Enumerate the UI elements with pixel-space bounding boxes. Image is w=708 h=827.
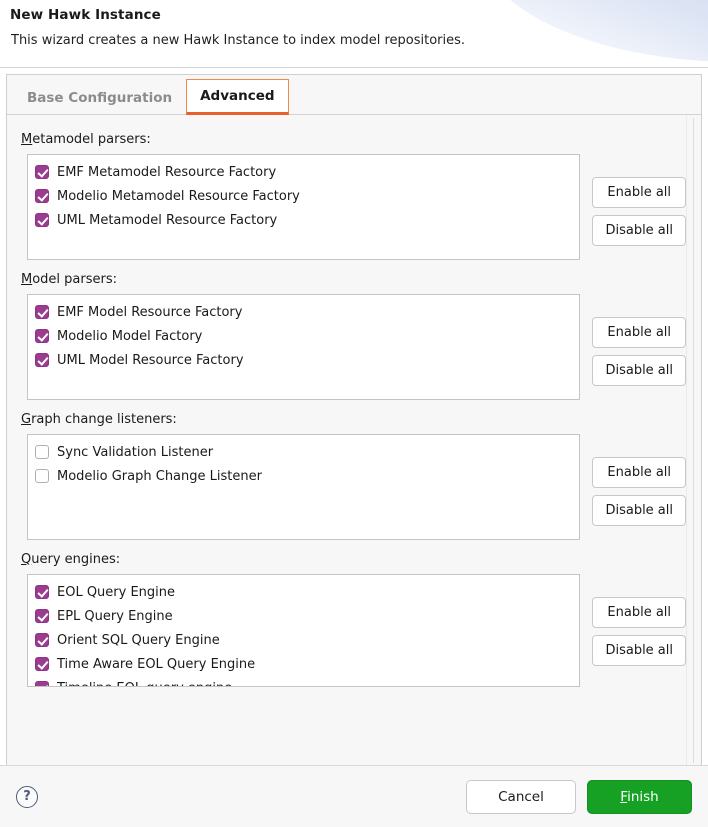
tab-base-configuration[interactable]: Base Configuration (13, 81, 186, 114)
list-item-label: EMF Model Resource Factory (57, 304, 243, 320)
section-query-engines-row: EOL Query Engine EPL Query Engine Orient… (7, 574, 686, 687)
list-item[interactable]: Modelio Model Factory (28, 324, 579, 348)
list-item-label: Timeline EOL query engine (57, 681, 232, 687)
section-query-engines-label: Query engines: (21, 552, 686, 567)
list-item[interactable]: UML Model Resource Factory (28, 348, 579, 372)
section-model-parsers-label-rest: odel parsers: (32, 272, 117, 287)
checkbox-icon[interactable] (35, 445, 49, 459)
page-title: New Hawk Instance (10, 7, 161, 23)
list-item[interactable]: EPL Query Engine (28, 604, 579, 628)
list-item-label: Modelio Graph Change Listener (57, 468, 262, 484)
model-parsers-disable-all-button[interactable]: Disable all (592, 355, 686, 386)
finish-button-label-rest: inish (627, 788, 659, 805)
section-graph-change-listeners-label-rest: raph change listeners: (31, 412, 177, 427)
list-item-label: Orient SQL Query Engine (57, 632, 220, 648)
tab-container: Base Configuration Advanced Metamodel pa… (6, 74, 702, 765)
checkbox-icon[interactable] (35, 633, 49, 647)
graph-change-listeners-enable-all-button[interactable]: Enable all (592, 457, 686, 488)
section-query-engines: Query engines: EOL Query Engine EPL Quer… (7, 552, 686, 691)
section-metamodel-parsers-row: EMF Metamodel Resource Factory Modelio M… (7, 154, 686, 260)
section-model-parsers: Model parsers: EMF Model Resource Factor… (7, 272, 686, 404)
model-parsers-actions: Enable all Disable all (592, 294, 686, 386)
list-item[interactable]: EMF Model Resource Factory (28, 300, 579, 324)
section-metamodel-parsers: Metamodel parsers: EMF Metamodel Resourc… (7, 132, 686, 264)
scrollbar-thumb[interactable] (693, 118, 694, 763)
section-graph-change-listeners-label: Graph change listeners: (21, 412, 686, 427)
query-engines-disable-all-button[interactable]: Disable all (592, 635, 686, 666)
list-item[interactable]: UML Metamodel Resource Factory (28, 208, 579, 232)
model-parsers-list[interactable]: EMF Model Resource Factory Modelio Model… (27, 294, 581, 400)
section-model-parsers-mnemonic: M (21, 272, 33, 287)
metamodel-parsers-list[interactable]: EMF Metamodel Resource Factory Modelio M… (27, 154, 581, 260)
list-item[interactable]: Timeline EOL query engine (28, 676, 579, 687)
header-banner-decoration (478, 0, 708, 62)
section-model-parsers-label: Model parsers: (21, 272, 686, 287)
list-item-label: UML Metamodel Resource Factory (57, 212, 278, 228)
query-engines-list[interactable]: EOL Query Engine EPL Query Engine Orient… (27, 574, 581, 687)
list-item-label: EMF Metamodel Resource Factory (57, 164, 277, 180)
list-item[interactable]: Modelio Metamodel Resource Factory (28, 184, 579, 208)
list-item-label: Sync Validation Listener (57, 444, 214, 460)
list-item[interactable]: EOL Query Engine (28, 580, 579, 604)
vertical-scrollbar[interactable] (686, 116, 701, 765)
graph-change-listeners-actions: Enable all Disable all (592, 434, 686, 526)
page-description: This wizard creates a new Hawk Instance … (11, 33, 466, 48)
dialog-footer: ? Cancel Finish (0, 765, 708, 827)
list-item-label: EOL Query Engine (57, 584, 176, 600)
checkbox-icon[interactable] (35, 165, 49, 179)
checkbox-icon[interactable] (35, 305, 49, 319)
checkbox-icon[interactable] (35, 469, 49, 483)
metamodel-parsers-enable-all-button[interactable]: Enable all (592, 177, 686, 208)
checkbox-icon[interactable] (35, 353, 49, 367)
section-metamodel-parsers-label-rest: etamodel parsers: (32, 132, 151, 147)
section-graph-change-listeners: Graph change listeners: Sync Validation … (7, 412, 686, 544)
list-item[interactable]: Modelio Graph Change Listener (28, 464, 579, 488)
checkbox-icon[interactable] (35, 189, 49, 203)
section-graph-change-listeners-mnemonic: G (21, 412, 32, 427)
list-item[interactable]: EMF Metamodel Resource Factory (28, 160, 579, 184)
finish-button[interactable]: Finish (587, 779, 692, 814)
section-query-engines-mnemonic: Q (21, 552, 32, 567)
advanced-content: Metamodel parsers: EMF Metamodel Resourc… (7, 116, 686, 765)
checkbox-icon[interactable] (35, 585, 49, 599)
list-item[interactable]: Sync Validation Listener (28, 440, 579, 464)
query-engines-actions: Enable all Disable all (592, 574, 686, 666)
wizard-body: Base Configuration Advanced Metamodel pa… (0, 68, 708, 765)
list-item-label: UML Model Resource Factory (57, 352, 244, 368)
section-metamodel-parsers-mnemonic: M (21, 132, 33, 147)
wizard-header: New Hawk Instance This wizard creates a … (0, 0, 708, 68)
section-query-engines-label-rest: uery engines: (31, 552, 121, 567)
graph-change-listeners-list[interactable]: Sync Validation Listener Modelio Graph C… (27, 434, 581, 540)
section-metamodel-parsers-label: Metamodel parsers: (21, 132, 686, 147)
section-graph-change-listeners-row: Sync Validation Listener Modelio Graph C… (7, 434, 686, 540)
help-icon[interactable]: ? (16, 785, 38, 808)
checkbox-icon[interactable] (35, 609, 49, 623)
cancel-button[interactable]: Cancel (466, 779, 576, 814)
advanced-scroll-area: Metamodel parsers: EMF Metamodel Resourc… (7, 116, 701, 765)
checkbox-icon[interactable] (35, 213, 49, 227)
tab-strip: Base Configuration Advanced (7, 75, 701, 115)
checkbox-icon[interactable] (35, 657, 49, 671)
tab-advanced[interactable]: Advanced (186, 79, 289, 115)
list-item[interactable]: Time Aware EOL Query Engine (28, 652, 579, 676)
checkbox-icon[interactable] (35, 681, 49, 686)
query-engines-enable-all-button[interactable]: Enable all (592, 597, 686, 628)
section-model-parsers-row: EMF Model Resource Factory Modelio Model… (7, 294, 686, 400)
metamodel-parsers-actions: Enable all Disable all (592, 154, 686, 246)
tab-base-configuration-label: Base Configuration (27, 89, 173, 106)
model-parsers-enable-all-button[interactable]: Enable all (592, 317, 686, 348)
tab-advanced-label: Advanced (200, 88, 275, 104)
list-item-label: Modelio Metamodel Resource Factory (57, 188, 300, 204)
list-item[interactable]: Orient SQL Query Engine (28, 628, 579, 652)
graph-change-listeners-disable-all-button[interactable]: Disable all (592, 495, 686, 526)
list-item-label: Modelio Model Factory (57, 328, 203, 344)
checkbox-icon[interactable] (35, 329, 49, 343)
list-item-label: EPL Query Engine (57, 608, 173, 624)
list-item-label: Time Aware EOL Query Engine (57, 656, 256, 672)
metamodel-parsers-disable-all-button[interactable]: Disable all (592, 215, 686, 246)
